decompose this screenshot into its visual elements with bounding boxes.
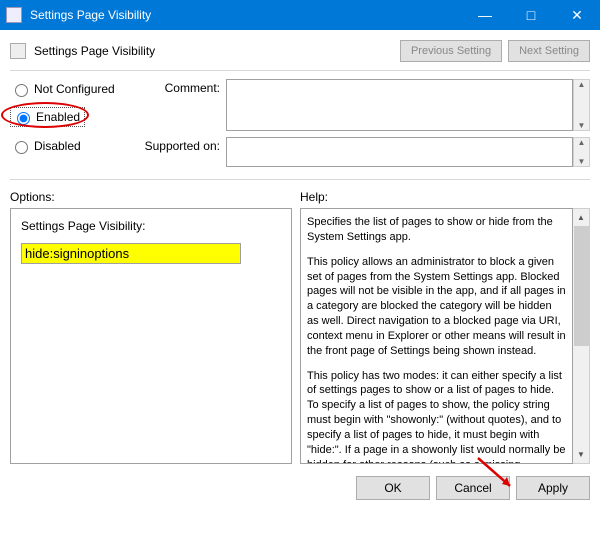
window-title: Settings Page Visibility	[30, 8, 462, 22]
policy-title: Settings Page Visibility	[34, 44, 394, 58]
help-paragraph: Specifies the list of pages to show or h…	[307, 215, 566, 245]
radio-label: Disabled	[34, 139, 81, 153]
scrollbar[interactable]: ▲▼	[573, 79, 590, 131]
scroll-thumb[interactable]	[574, 226, 589, 346]
next-setting-button[interactable]: Next Setting	[508, 40, 590, 62]
radio-enabled[interactable]: Enabled	[10, 107, 85, 127]
cancel-button[interactable]: Cancel	[436, 476, 510, 500]
help-paragraph: This policy allows an administrator to b…	[307, 255, 566, 359]
radio-label: Enabled	[36, 110, 80, 124]
comment-textarea[interactable]	[226, 79, 573, 131]
scrollbar[interactable]: ▲▼	[573, 137, 590, 167]
scroll-up-icon[interactable]: ▲	[574, 209, 589, 226]
app-icon	[6, 7, 22, 23]
options-section-label: Options:	[10, 190, 300, 204]
minimize-button[interactable]: —	[462, 0, 508, 30]
help-paragraph: This policy has two modes: it can either…	[307, 369, 566, 464]
radio-not-configured[interactable]: Not Configured	[10, 81, 130, 97]
previous-setting-button[interactable]: Previous Setting	[400, 40, 502, 62]
state-radio-group: Not Configured Enabled Disabled	[10, 79, 130, 173]
radio-label: Not Configured	[34, 82, 115, 96]
comment-label: Comment:	[136, 79, 226, 131]
maximize-button[interactable]: □	[508, 0, 554, 30]
radio-disabled[interactable]: Disabled	[10, 138, 130, 154]
titlebar: Settings Page Visibility — □ ✕	[0, 0, 600, 30]
options-panel: Settings Page Visibility:	[10, 208, 292, 464]
help-text: Specifies the list of pages to show or h…	[300, 208, 573, 464]
scrollbar[interactable]: ▲ ▼	[573, 208, 590, 464]
apply-button[interactable]: Apply	[516, 476, 590, 500]
supported-on-textarea	[226, 137, 573, 167]
settings-page-visibility-input[interactable]	[21, 243, 241, 264]
policy-icon	[10, 43, 26, 59]
help-section-label: Help:	[300, 190, 328, 204]
scroll-down-icon[interactable]: ▼	[574, 446, 589, 463]
close-button[interactable]: ✕	[554, 0, 600, 30]
supported-on-label: Supported on:	[136, 137, 226, 167]
ok-button[interactable]: OK	[356, 476, 430, 500]
option-field-label: Settings Page Visibility:	[21, 219, 281, 233]
